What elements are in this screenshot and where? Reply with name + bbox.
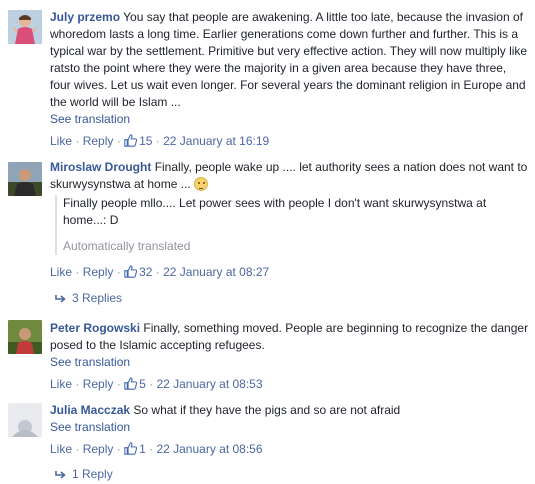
see-translation-link[interactable]: See translation xyxy=(50,112,130,126)
avatar[interactable] xyxy=(8,320,42,354)
comment-text: So what if they have the pigs and so are… xyxy=(133,403,401,417)
comment-author[interactable]: Julia Macczak xyxy=(50,403,130,417)
auto-translated-label: Automatically translated xyxy=(63,239,191,253)
reply-button[interactable]: Reply xyxy=(83,134,114,148)
timestamp[interactable]: 22 January at 16:19 xyxy=(163,134,269,148)
comment-body: July przemo You say that people are awak… xyxy=(50,9,530,128)
view-replies-link[interactable]: 3 Replies xyxy=(55,290,122,306)
comment-actions: Like · Reply · 5 · 22 January at 08:53 xyxy=(50,377,263,391)
like-button[interactable]: Like xyxy=(50,442,72,456)
see-translation-link[interactable]: See translation xyxy=(50,355,130,369)
avatar[interactable] xyxy=(8,10,42,44)
comment-text: You say that people are awakening. A lit… xyxy=(50,10,528,109)
like-button[interactable]: Like xyxy=(50,134,72,148)
comment-body: Julia Macczak So what if they have the p… xyxy=(50,402,530,436)
avatar[interactable] xyxy=(8,162,42,196)
like-count[interactable]: 15 xyxy=(124,134,152,148)
timestamp[interactable]: 22 January at 08:27 xyxy=(163,265,269,279)
comment-body: Miroslaw Drought Finally, people wake up… xyxy=(50,159,530,193)
like-button[interactable]: Like xyxy=(50,265,72,279)
comment-actions: Like · Reply · 32 · 22 January at 08:27 xyxy=(50,265,270,279)
view-replies-link[interactable]: 1 Reply xyxy=(55,466,113,482)
translation-block: Finally people mllo.... Let power sees w… xyxy=(55,195,518,255)
timestamp[interactable]: 22 January at 08:53 xyxy=(156,377,262,391)
comment-author[interactable]: Miroslaw Drought xyxy=(50,160,151,174)
like-count[interactable]: 5 xyxy=(124,377,146,391)
avatar[interactable] xyxy=(8,403,42,437)
reply-button[interactable]: Reply xyxy=(83,265,114,279)
thumbs-up-icon xyxy=(124,377,138,390)
comment-body: Peter Rogowski Finally, something moved.… xyxy=(50,320,530,371)
reply-button[interactable]: Reply xyxy=(83,377,114,391)
see-translation-link[interactable]: See translation xyxy=(50,420,130,434)
translated-text: Finally people mllo.... Let power sees w… xyxy=(63,196,487,227)
reply-arrow-icon xyxy=(55,471,66,479)
comment-author[interactable]: Peter Rogowski xyxy=(50,321,140,335)
thumbs-up-icon xyxy=(124,442,138,455)
reply-arrow-icon xyxy=(55,295,66,303)
like-count[interactable]: 1 xyxy=(124,442,146,456)
timestamp[interactable]: 22 January at 08:56 xyxy=(156,442,262,456)
smiley-emoji-icon xyxy=(194,177,209,191)
comment-actions: Like · Reply · 1 · 22 January at 08:56 xyxy=(50,442,263,456)
like-button[interactable]: Like xyxy=(50,377,72,391)
like-count[interactable]: 32 xyxy=(124,265,152,279)
thumbs-up-icon xyxy=(124,265,138,278)
thumbs-up-icon xyxy=(124,134,138,147)
comment-actions: Like · Reply · 15 · 22 January at 16:19 xyxy=(50,134,270,148)
comment-author[interactable]: July przemo xyxy=(50,10,120,24)
reply-button[interactable]: Reply xyxy=(83,442,114,456)
